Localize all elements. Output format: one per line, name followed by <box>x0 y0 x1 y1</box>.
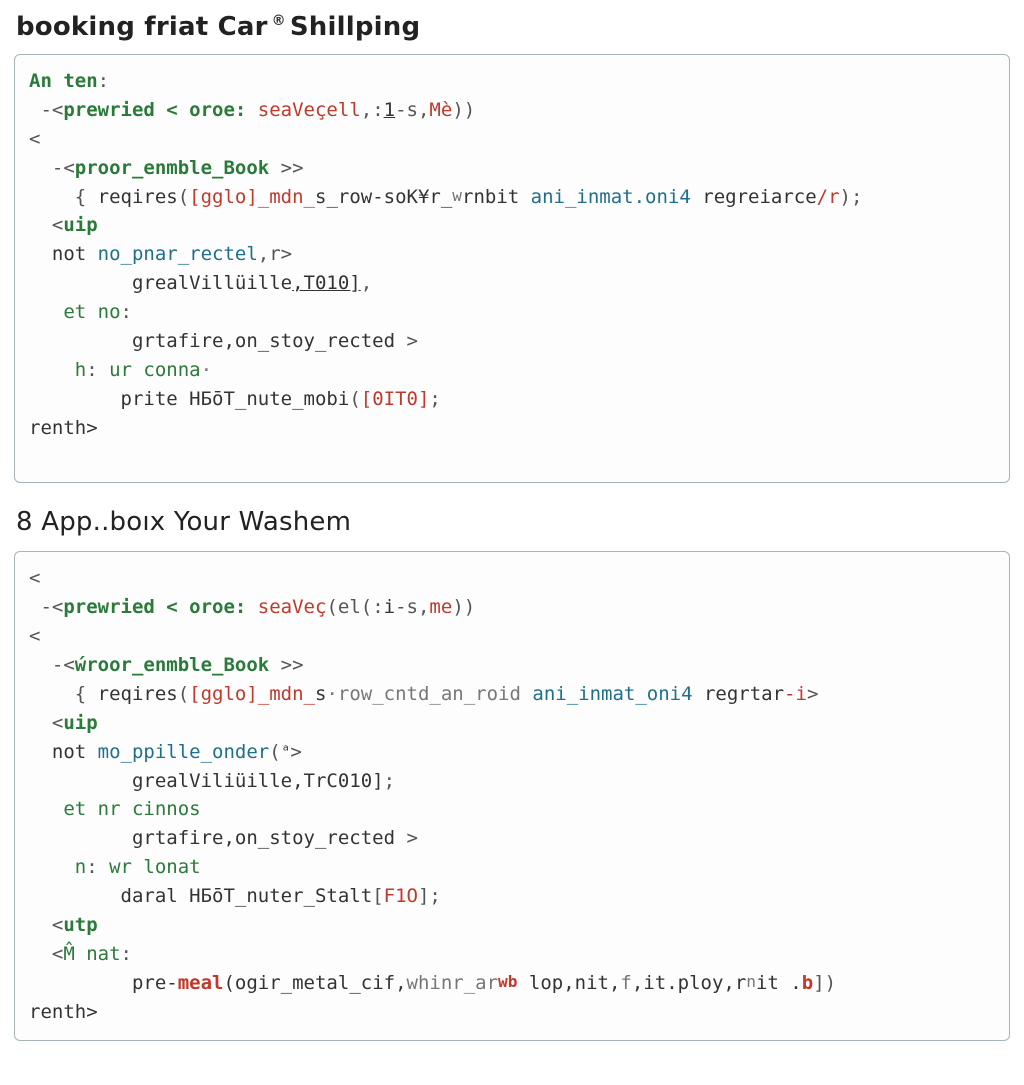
code-token: An ten <box>29 70 98 92</box>
heading-2-text: 8 App..boıx Your Washem <box>16 507 351 537</box>
heading-1-text-a: booking friat Car <box>16 12 268 42</box>
code-block-2: < -<prewried < oroe: seaVeç(el(:i-s,me))… <box>14 551 1010 1041</box>
document-page: booking friat Car ® Shillping An ten: -<… <box>0 0 1024 1085</box>
heading-2: 8 App..boıx Your Washem <box>16 507 1010 537</box>
code-block-1: An ten: -<prewried < oroe: seaVeçell,:1-… <box>14 54 1010 483</box>
heading-1-text-b: Shillping <box>290 12 420 42</box>
heading-1: booking friat Car ® Shillping <box>16 12 1010 42</box>
registered-icon: ® <box>272 13 286 29</box>
